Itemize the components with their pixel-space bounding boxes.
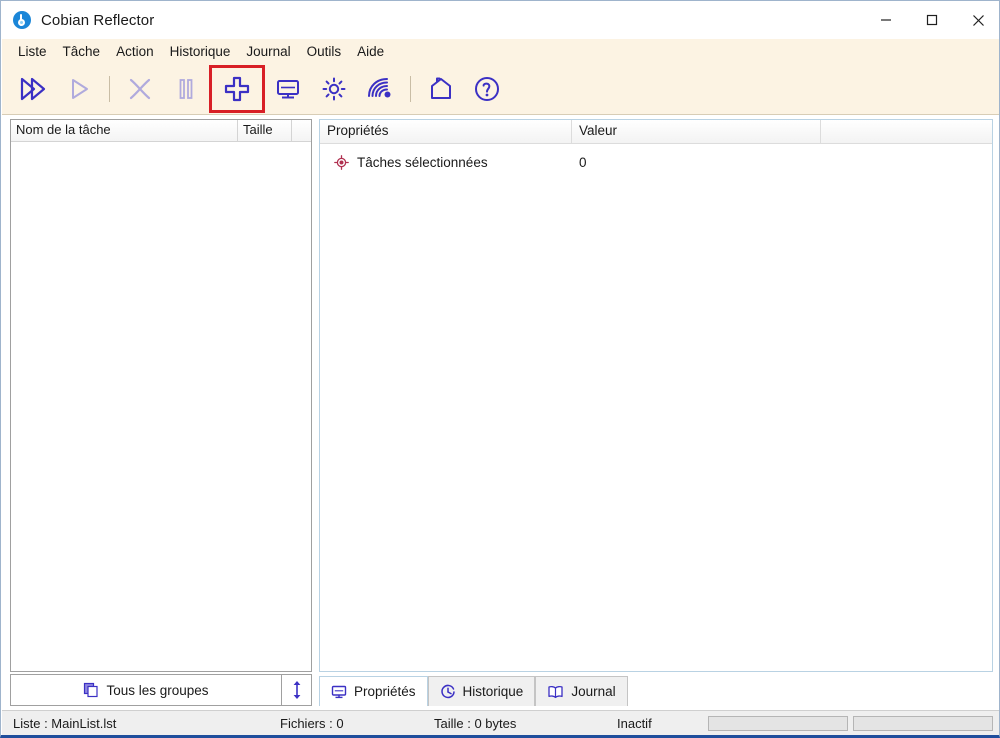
settings-gear-icon[interactable] (311, 67, 357, 111)
remote-signal-icon[interactable] (357, 67, 403, 111)
target-bullet-icon (334, 154, 349, 170)
tab-proprietes[interactable]: Propriétés (319, 676, 428, 706)
table-row[interactable]: Tâches sélectionnées 0 (320, 150, 992, 174)
menu-item-tache[interactable]: Tâche (55, 42, 109, 61)
window-title: Cobian Reflector (41, 11, 155, 29)
menu-item-liste[interactable]: Liste (10, 42, 55, 61)
run-selected-icon[interactable] (56, 67, 102, 111)
status-state: Inactif (617, 716, 652, 731)
tab-journal-label: Journal (571, 684, 616, 699)
cancel-icon[interactable] (117, 67, 163, 111)
close-icon[interactable] (955, 1, 999, 39)
column-header-task-name[interactable]: Nom de la tâche (11, 120, 238, 141)
status-size: Taille : 0 bytes (434, 716, 517, 731)
menu-item-aide[interactable]: Aide (349, 42, 392, 61)
tab-historique[interactable]: Historique (427, 676, 536, 706)
minimize-icon[interactable] (863, 1, 909, 39)
monitor-icon (331, 684, 347, 700)
status-files: Fichiers : 0 (280, 716, 344, 731)
menu-item-journal[interactable]: Journal (238, 42, 298, 61)
all-groups-button[interactable]: Tous les groupes (10, 674, 282, 706)
column-header-extra[interactable] (292, 120, 311, 141)
clock-icon (440, 684, 456, 700)
task-list-header: Nom de la tâche Taille (11, 120, 311, 142)
task-list-panel[interactable]: Nom de la tâche Taille (10, 119, 312, 672)
property-name-cell: Tâches sélectionnées (320, 155, 572, 170)
properties-body[interactable]: Tâches sélectionnées 0 (320, 150, 992, 671)
column-header-properties-extra[interactable] (821, 120, 992, 143)
column-header-size[interactable]: Taille (238, 120, 292, 141)
application-window: Cobian Reflector Liste Tâche Action Hist… (0, 0, 1000, 738)
run-all-icon[interactable] (10, 67, 56, 111)
task-list-body[interactable] (11, 142, 311, 671)
menu-bar: Liste Tâche Action Historique Journal Ou… (2, 39, 999, 63)
property-label: Tâches sélectionnées (357, 154, 488, 170)
all-groups-label: Tous les groupes (106, 682, 209, 698)
menu-item-outils[interactable]: Outils (299, 42, 350, 61)
properties-header: Propriétés Valeur (320, 120, 992, 144)
toolbar-separator-2 (410, 75, 411, 102)
menu-item-action[interactable]: Action (108, 42, 162, 61)
status-bar: Liste : MainList.lst Fichiers : 0 Taille… (2, 710, 999, 735)
tab-journal[interactable]: Journal (535, 676, 628, 706)
property-value: 0 (579, 154, 587, 170)
toolbar (2, 63, 999, 115)
tab-proprietes-label: Propriétés (354, 684, 416, 699)
app-icon (13, 11, 31, 29)
toolbar-separator (109, 75, 110, 102)
window-controls (863, 1, 999, 39)
maximize-icon[interactable] (909, 1, 955, 39)
help-question-icon[interactable] (464, 67, 510, 111)
monitor-icon[interactable] (265, 67, 311, 111)
properties-panel[interactable]: Propriétés Valeur Tâches sélectionnées 0 (319, 119, 993, 672)
status-list: Liste : MainList.lst (13, 716, 117, 731)
status-progress-bar-1 (708, 716, 848, 731)
menu-item-historique[interactable]: Historique (162, 42, 239, 61)
title-bar: Cobian Reflector (1, 1, 999, 39)
copy-stack-icon (83, 682, 99, 698)
bottom-tab-strip: Propriétés Historique Journal (319, 676, 993, 706)
new-task-icon[interactable] (209, 64, 265, 113)
group-bar: Tous les groupes (10, 674, 312, 706)
column-header-value[interactable]: Valeur (572, 120, 821, 143)
vertical-resize-icon[interactable] (282, 674, 312, 706)
book-icon (547, 684, 564, 700)
status-progress-bar-2 (853, 716, 993, 731)
column-header-properties[interactable]: Propriétés (320, 120, 572, 143)
home-icon[interactable] (418, 67, 464, 111)
tab-historique-label: Historique (462, 684, 524, 699)
pause-icon[interactable] (163, 67, 209, 111)
